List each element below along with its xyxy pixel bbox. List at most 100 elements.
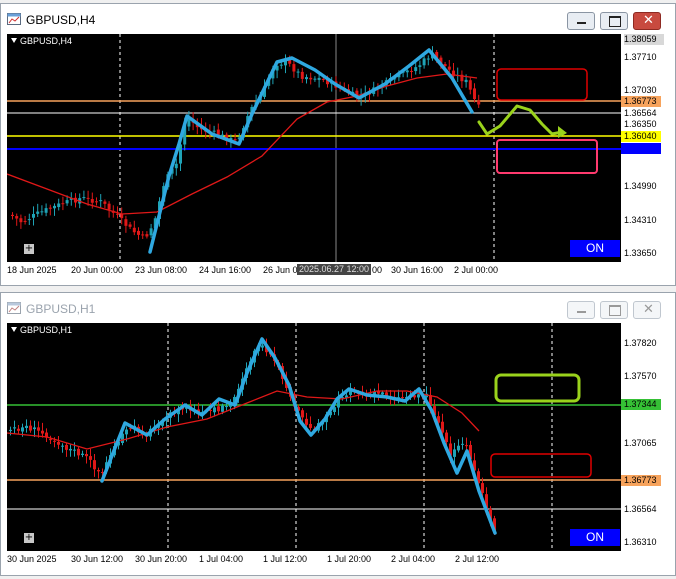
chart-window-h4: GBPUSD,H4 ✕ GBPUSD,H4 + ON 1.38059 1.377… xyxy=(0,3,676,286)
candle-body xyxy=(279,64,283,66)
green-level-tag: 1.37344 xyxy=(621,399,661,410)
candle-body xyxy=(305,77,308,80)
time-label: 00 xyxy=(372,265,383,275)
blue-level-tag: 1.35878 xyxy=(621,143,661,154)
time-label: 30 Jun 20:00 xyxy=(135,554,188,564)
candle-body xyxy=(445,432,448,443)
candle-body xyxy=(410,70,413,72)
time-label: 18 Jun 2025 xyxy=(7,265,57,275)
candle-body xyxy=(89,456,92,460)
candle-body xyxy=(417,394,420,398)
candle-body xyxy=(61,445,64,447)
maximize-button[interactable] xyxy=(600,301,628,319)
candle-body xyxy=(174,163,178,169)
window-title: GBPUSD,H1 xyxy=(26,302,96,316)
candle-body xyxy=(85,454,88,457)
candle-body xyxy=(13,427,16,429)
price-label: 1.37570 xyxy=(624,371,657,381)
time-label: 30 Jun 2025 xyxy=(7,554,57,564)
price-label: 1.33650 xyxy=(624,248,657,258)
candle-body xyxy=(90,199,94,203)
price-chart-h1[interactable]: GBPUSD,H1 + ON xyxy=(7,323,621,551)
price-current-tag: 1.36564 xyxy=(621,504,661,515)
price-chart-h4[interactable]: GBPUSD,H4 + ON xyxy=(7,34,621,262)
close-button[interactable]: ✕ xyxy=(633,301,661,319)
window-titlebar[interactable]: GBPUSD,H4 ✕ xyxy=(1,4,675,34)
candle-body xyxy=(17,428,20,431)
time-label: 1 Jul 04:00 xyxy=(199,554,244,564)
candle-body xyxy=(132,227,136,233)
candle-body xyxy=(405,70,409,73)
minimize-button[interactable] xyxy=(567,301,595,319)
candle-body xyxy=(225,406,228,408)
dropdown-triangle-icon xyxy=(11,38,17,43)
candle-body xyxy=(65,200,69,204)
on-badge[interactable]: ON xyxy=(570,529,620,546)
candle-body xyxy=(145,234,149,237)
candle-body xyxy=(441,421,444,433)
price-label: 1.34990 xyxy=(624,181,657,191)
candle-body xyxy=(381,392,384,395)
window-title: GBPUSD,H4 xyxy=(26,13,96,27)
price-current-tag: 1.36564 xyxy=(621,108,661,119)
maximize-button[interactable] xyxy=(600,12,628,30)
candle-body xyxy=(107,203,111,210)
candle-body xyxy=(81,453,84,456)
time-label: 2 Jul 04:00 xyxy=(391,554,436,564)
candle-body xyxy=(41,430,44,434)
symbol-label: GBPUSD,H4 xyxy=(11,36,72,46)
yellow-level-tag: 1.36040 xyxy=(621,131,661,142)
price-label: 1.36310 xyxy=(624,537,657,547)
candle-body xyxy=(457,445,460,451)
candle-body xyxy=(401,397,404,399)
zone-box-green xyxy=(494,373,581,403)
price-axis-h1: 1.37820 1.37570 1.37344 1.37065 1.36773 … xyxy=(621,323,675,551)
price-label: 1.34310 xyxy=(624,215,657,225)
time-label: 1 Jul 12:00 xyxy=(263,554,308,564)
minimize-button[interactable] xyxy=(567,12,595,30)
candle-body xyxy=(221,405,224,412)
candle-body xyxy=(116,213,119,215)
candle-body xyxy=(32,214,35,218)
candle-body xyxy=(292,64,296,72)
price-label: 1.37065 xyxy=(624,438,657,448)
candle-body xyxy=(212,130,216,132)
plus-icon[interactable]: + xyxy=(24,244,34,254)
candle-body xyxy=(9,429,12,431)
time-label: 26 Jun 0 xyxy=(263,265,298,275)
candle-body xyxy=(93,460,96,470)
dropdown-triangle-icon xyxy=(11,327,17,332)
moving-average-line xyxy=(7,73,478,215)
close-button[interactable]: ✕ xyxy=(633,12,661,30)
candle-body xyxy=(103,201,107,204)
candle-body xyxy=(418,65,422,67)
candle-body xyxy=(309,423,312,428)
chart-window-icon xyxy=(7,302,21,314)
plus-icon[interactable]: + xyxy=(24,533,34,543)
candle-body xyxy=(37,427,40,431)
candle-body xyxy=(27,219,31,221)
zone-box-pink xyxy=(496,139,598,174)
candle-body xyxy=(48,207,52,209)
zone-box-red xyxy=(490,453,592,478)
candle-body xyxy=(453,449,456,457)
candle-body xyxy=(301,410,304,418)
close-icon: ✕ xyxy=(643,302,654,317)
candles-h1 xyxy=(7,323,621,551)
forecast-path xyxy=(477,104,564,136)
candle-body xyxy=(141,234,145,236)
candle-body xyxy=(49,439,52,441)
candle-body xyxy=(305,418,308,425)
price-label: 1.36350 xyxy=(624,119,657,129)
candle-body xyxy=(19,218,23,223)
candle-body xyxy=(261,345,264,348)
candle-body xyxy=(426,58,430,60)
orange-level-tag: 1.36773 xyxy=(621,96,661,107)
candle-body xyxy=(233,139,237,141)
price-label: 1.37710 xyxy=(624,52,657,62)
candle-body xyxy=(95,201,98,203)
price-axis-h4: 1.38059 1.37710 1.37030 1.36773 1.36564 … xyxy=(621,34,675,262)
window-titlebar[interactable]: GBPUSD,H1 ✕ xyxy=(1,293,675,323)
on-badge[interactable]: ON xyxy=(570,240,620,257)
zone-box-red xyxy=(496,68,588,101)
